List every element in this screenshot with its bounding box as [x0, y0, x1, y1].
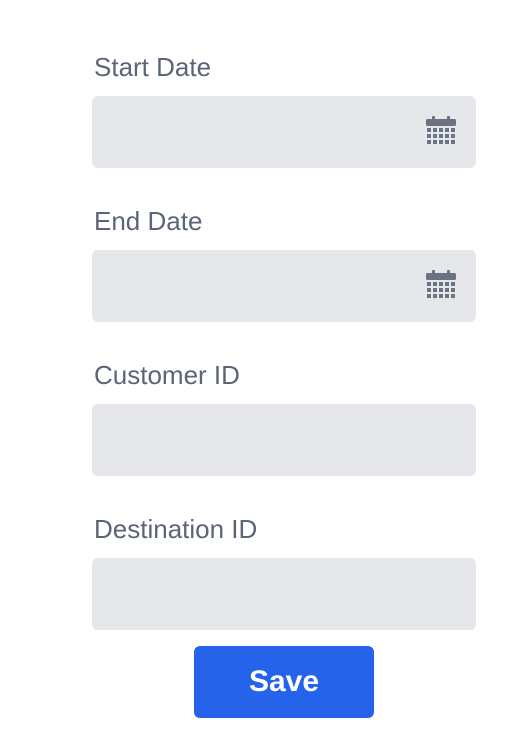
end-date-input[interactable] [92, 250, 476, 322]
customer-id-input[interactable] [92, 404, 476, 476]
start-date-label: Start Date [94, 52, 212, 82]
customer-id-field[interactable] [92, 404, 476, 476]
end-date-label: End Date [94, 206, 203, 236]
calendar-icon[interactable] [426, 116, 456, 148]
calendar-icon[interactable] [426, 270, 456, 302]
start-date-field[interactable] [92, 96, 476, 168]
customer-id-label: Customer ID [94, 360, 240, 390]
end-date-field[interactable] [92, 250, 476, 322]
start-date-input[interactable] [92, 96, 476, 168]
filter-form: Start Date End Date Customer ID Destinat… [0, 0, 528, 750]
destination-id-field[interactable] [92, 558, 476, 630]
destination-id-input[interactable] [92, 558, 476, 630]
destination-id-label: Destination ID [94, 514, 258, 544]
save-button[interactable]: Save [194, 646, 374, 718]
